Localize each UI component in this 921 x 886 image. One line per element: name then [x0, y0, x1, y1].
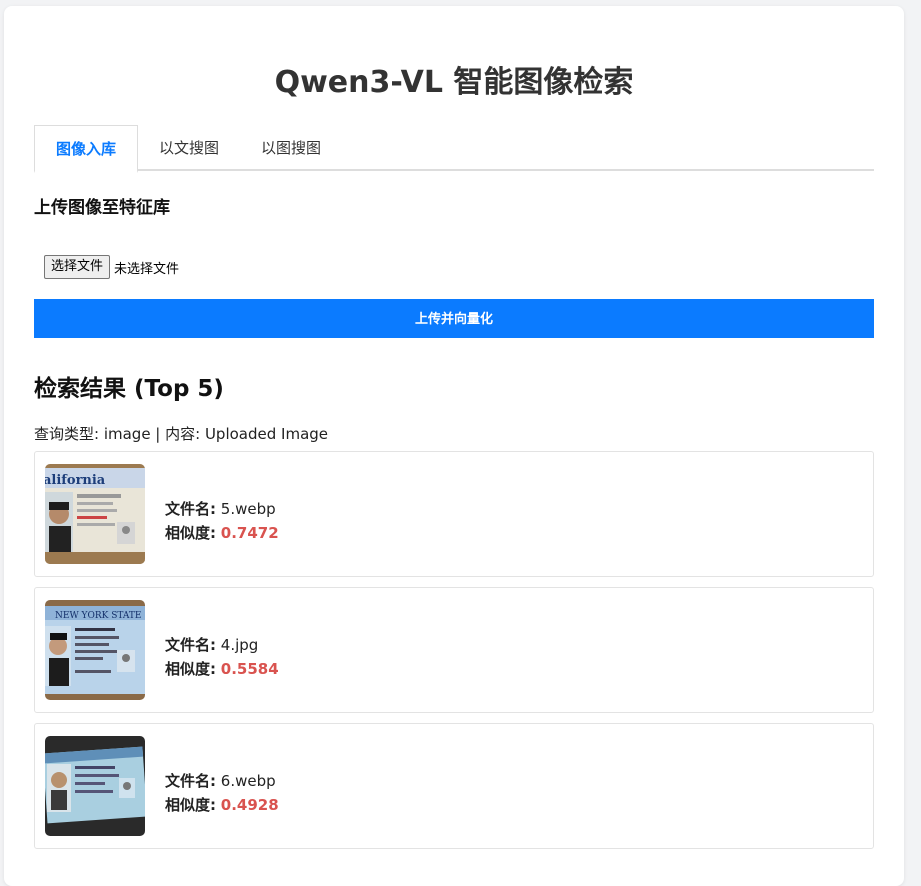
results-title: 检索结果 (Top 5) — [34, 376, 224, 402]
id-card-image: alifornia — [45, 464, 145, 564]
result-item: NEW YORK STATE 文件名: 4.jpg 相似度: 0.5584 — [34, 587, 874, 713]
filename-row: 文件名: 6.webp — [165, 769, 279, 793]
similarity-label: 相似度: — [165, 796, 216, 814]
result-thumbnail[interactable] — [45, 736, 145, 836]
tab-image-search[interactable]: 以图搜图 — [240, 125, 342, 171]
result-item: alifornia 文件名: 5.webp 相似度: 0.7472 — [34, 451, 874, 577]
similarity-row: 相似度: 0.7472 — [165, 521, 279, 545]
similarity-row: 相似度: 0.4928 — [165, 793, 279, 817]
similarity-score: 0.4928 — [220, 796, 279, 814]
filename-label: 文件名: — [165, 636, 216, 654]
tab-bar: 图像入库 以文搜图 以图搜图 — [34, 125, 874, 173]
file-status-text: 未选择文件 — [114, 261, 180, 277]
id-card-image — [45, 736, 145, 836]
filename-value: 6.webp — [220, 772, 276, 790]
page-title: Qwen3-VL 智能图像检索 — [274, 65, 634, 100]
filename-value: 5.webp — [220, 500, 276, 518]
similarity-label: 相似度: — [165, 660, 216, 678]
similarity-score: 0.5584 — [220, 660, 279, 678]
upload-section-title: 上传图像至特征库 — [34, 198, 170, 218]
file-input: 选择文件 未选择文件 — [44, 255, 874, 279]
result-thumbnail[interactable]: NEW YORK STATE — [45, 600, 145, 700]
tab-text-search[interactable]: 以文搜图 — [138, 125, 240, 171]
thumb-state-text: alifornia — [45, 473, 106, 488]
result-item: 文件名: 6.webp 相似度: 0.4928 — [34, 723, 874, 849]
filename-row: 文件名: 4.jpg — [165, 633, 279, 657]
query-info: 查询类型: image | 内容: Uploaded Image — [34, 425, 329, 443]
result-info: 文件名: 5.webp 相似度: 0.7472 — [165, 497, 279, 545]
result-list: alifornia 文件名: 5.webp 相似度: 0.7472 NEW YO… — [34, 451, 874, 849]
upload-vectorize-button[interactable]: 上传并向量化 — [34, 299, 874, 338]
choose-file-button[interactable]: 选择文件 — [44, 255, 111, 279]
filename-label: 文件名: — [165, 500, 216, 518]
result-thumbnail[interactable]: alifornia — [45, 464, 145, 564]
result-info: 文件名: 4.jpg 相似度: 0.5584 — [165, 633, 279, 681]
thumb-state-text: NEW YORK STATE — [55, 611, 142, 621]
filename-label: 文件名: — [165, 772, 216, 790]
filename-value: 4.jpg — [220, 636, 259, 654]
similarity-row: 相似度: 0.5584 — [165, 657, 279, 681]
filename-row: 文件名: 5.webp — [165, 497, 279, 521]
result-info: 文件名: 6.webp 相似度: 0.4928 — [165, 769, 279, 817]
similarity-label: 相似度: — [165, 524, 216, 542]
id-card-image: NEW YORK STATE — [45, 600, 145, 700]
tab-image-ingest[interactable]: 图像入库 — [34, 125, 139, 173]
main-panel: Qwen3-VL 智能图像检索 图像入库 以文搜图 以图搜图 上传图像至特征库 … — [4, 6, 904, 886]
similarity-score: 0.7472 — [220, 524, 279, 542]
